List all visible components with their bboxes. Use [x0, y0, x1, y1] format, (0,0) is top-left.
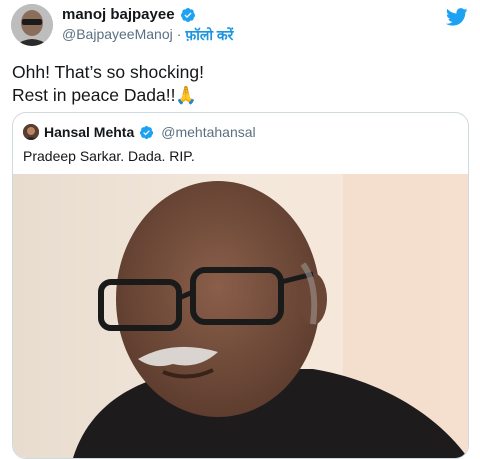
separator-dot: · [176, 26, 182, 42]
author-name-row[interactable]: manoj bajpayee [62, 6, 196, 23]
tweet-card: manoj bajpayee @BajpayeeManoj · फ़ॉलो कर… [0, 0, 480, 459]
quoted-media-photo[interactable] [13, 174, 468, 458]
verified-badge-icon [180, 7, 195, 22]
author-avatar[interactable] [11, 4, 53, 46]
quoted-handle: @mehtahansal [161, 124, 256, 140]
author-display-name[interactable]: manoj bajpayee [62, 6, 175, 23]
follow-button[interactable]: फ़ॉलो करें [185, 26, 233, 45]
tweet-text: Ohh! That’s so shocking! Rest in peace D… [12, 62, 204, 105]
quoted-author-avatar [23, 124, 39, 140]
author-handle-row: @BajpayeeManoj · फ़ॉलो करें [62, 26, 233, 45]
quoted-author-row: Hansal Mehta @mehtahansal [23, 124, 256, 140]
verified-badge-icon [140, 125, 154, 139]
twitter-bird-icon[interactable] [446, 8, 468, 26]
quoted-tweet-card[interactable]: Hansal Mehta @mehtahansal Pradeep Sarkar… [12, 112, 469, 459]
quoted-display-name: Hansal Mehta [44, 124, 135, 140]
author-handle[interactable]: @BajpayeeManoj [62, 26, 173, 45]
quoted-tweet-text: Pradeep Sarkar. Dada. RIP. [23, 148, 195, 164]
